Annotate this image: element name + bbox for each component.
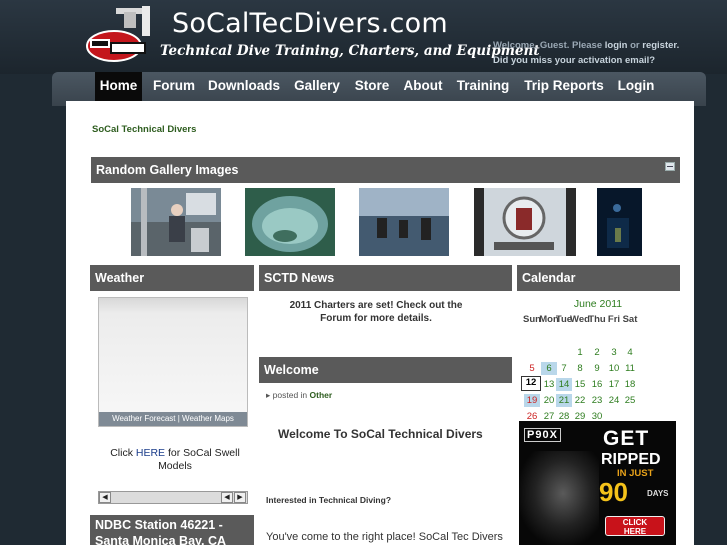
news-block-title: SCTD News xyxy=(264,271,335,285)
calendar-day[interactable]: 24 xyxy=(606,394,622,407)
news-line1: 2011 Charters are set! Check out the xyxy=(289,300,463,311)
ad-days: DAYS xyxy=(647,489,669,498)
register-link[interactable]: register. xyxy=(642,40,679,51)
gallery-image[interactable] xyxy=(245,188,335,256)
weather-forecast-links[interactable]: Weather Forecast | Weather Maps xyxy=(99,412,247,426)
welcome-intro: You've come to the right place! SoCal Te… xyxy=(266,531,503,543)
gallery-image[interactable] xyxy=(131,188,221,256)
gallery-image[interactable] xyxy=(359,188,449,256)
calendar-day[interactable]: 14 xyxy=(556,378,572,391)
welcome-block-title: Welcome xyxy=(264,363,319,377)
calendar-day[interactable]: 7 xyxy=(556,362,572,375)
swell-models-text: Click HERE for SoCal Swell Models xyxy=(94,447,256,473)
activation-email-link[interactable]: Did you miss your activation email? xyxy=(493,53,679,68)
ndbc-title-line1: NDBC Station 46221 - xyxy=(95,518,223,532)
news-block-header: SCTD News xyxy=(259,265,512,291)
welcome-block-header: Welcome xyxy=(259,357,512,383)
swell-post: for SoCal Swell xyxy=(168,447,240,459)
calendar-day[interactable]: 4 xyxy=(622,346,638,359)
gallery-image[interactable] xyxy=(474,188,576,256)
nav-training[interactable]: Training xyxy=(455,72,511,101)
ad-click-here-button[interactable]: CLICK HERE xyxy=(605,516,665,536)
site-title[interactable]: SoCalTecDivers.com xyxy=(172,8,448,39)
scroll-left-icon[interactable]: ◀ xyxy=(221,492,233,503)
calendar-day[interactable]: 21 xyxy=(556,394,572,407)
calendar-day[interactable]: 20 xyxy=(541,394,557,407)
welcome-guest-panel: Welcome, Guest. Please login or register… xyxy=(493,38,679,68)
weather-block-header: Weather xyxy=(90,265,254,291)
calendar-day[interactable]: 5 xyxy=(524,362,540,375)
calendar-day[interactable]: 6 xyxy=(541,362,557,375)
login-link[interactable]: login xyxy=(605,40,628,51)
calendar-day[interactable]: 15 xyxy=(572,378,588,391)
nav-forum[interactable]: Forum xyxy=(150,72,198,101)
ndbc-block-header: NDBC Station 46221 - Santa Monica Bay, C… xyxy=(90,515,254,545)
calendar-day-header: Sat xyxy=(622,314,638,325)
calendar-day[interactable]: 11 xyxy=(622,362,638,375)
calendar-day[interactable]: 9 xyxy=(589,362,605,375)
calendar-month[interactable]: June 2011 xyxy=(518,298,678,310)
breadcrumb[interactable]: SoCal Technical Divers xyxy=(92,124,196,135)
nav-about[interactable]: About xyxy=(402,72,444,101)
calendar-block-header: Calendar xyxy=(517,265,680,291)
category-link[interactable]: Other xyxy=(310,390,333,400)
site-header: SoCalTecDivers.com Technical Dive Traini… xyxy=(0,0,727,74)
ad-cta-line2: HERE xyxy=(623,527,647,536)
calendar-block-title: Calendar xyxy=(522,271,576,285)
p90x-advertisement[interactable]: P90X GET RIPPED IN JUST 90 DAYS CLICK HE… xyxy=(519,421,676,545)
nav-home[interactable]: Home xyxy=(95,72,142,101)
calendar-day[interactable]: 18 xyxy=(622,378,638,391)
weather-horizontal-scrollbar[interactable]: ◀ ◀ ▶ xyxy=(98,491,248,504)
main-content: SoCal Technical Divers Random Gallery Im… xyxy=(66,101,694,545)
calendar-day[interactable]: 8 xyxy=(572,362,588,375)
nav-downloads[interactable]: Downloads xyxy=(208,72,280,101)
scroll-left-icon[interactable]: ◀ xyxy=(99,492,111,503)
welcome-question: Interested in Technical Diving? xyxy=(266,495,392,505)
calendar-day[interactable]: 17 xyxy=(606,378,622,391)
calendar-day[interactable]: 1 xyxy=(572,346,588,359)
socal-tec-divers-logo[interactable] xyxy=(86,6,158,68)
nav-gallery[interactable]: Gallery xyxy=(292,72,342,101)
news-item: 2011 Charters are set! Check out the For… xyxy=(266,299,486,325)
ad-brand-logo: P90X xyxy=(524,428,561,442)
gallery-image[interactable] xyxy=(597,188,642,256)
welcome-heading: Welcome To SoCal Technical Divers xyxy=(278,427,483,441)
calendar-day[interactable]: 22 xyxy=(572,394,588,407)
calendar-day[interactable]: 10 xyxy=(606,362,622,375)
ad-ripped: RIPPED xyxy=(601,451,661,468)
gallery-block-title: Random Gallery Images xyxy=(96,163,239,177)
nav-trip-reports[interactable]: Trip Reports xyxy=(522,72,606,101)
calendar-day[interactable]: 19 xyxy=(524,394,540,407)
ad-athlete-image xyxy=(519,451,599,545)
or-text: or xyxy=(630,40,640,51)
weather-map-area: Weather Forecast | Weather Maps xyxy=(99,298,247,426)
welcome-guest-text: Welcome, Guest. Please xyxy=(493,40,603,51)
nav-login[interactable]: Login xyxy=(616,72,656,101)
ad-get: GET xyxy=(603,427,650,450)
calendar-day[interactable]: 23 xyxy=(589,394,605,407)
posted-in-label: posted in xyxy=(272,390,308,400)
arrow-right-icon: ▸ xyxy=(266,390,271,400)
calendar-day[interactable]: 2 xyxy=(589,346,605,359)
ad-ninety: 90 xyxy=(599,477,628,507)
weather-widget[interactable]: Weather Forecast | Weather Maps xyxy=(98,297,248,427)
ndbc-title-line2: Santa Monica Bay, CA xyxy=(95,534,227,545)
calendar-day[interactable]: 25 xyxy=(622,394,638,407)
calendar-day[interactable]: 12 xyxy=(521,376,541,391)
swell-pre: Click xyxy=(110,447,133,459)
scroll-right-icon[interactable]: ▶ xyxy=(234,492,246,503)
gallery-block-header: Random Gallery Images xyxy=(91,157,680,183)
swell-line2: Models xyxy=(158,460,192,472)
nav-store[interactable]: Store xyxy=(352,72,392,101)
site-tagline: Technical Dive Training, Charters, and E… xyxy=(160,43,540,59)
calendar-day[interactable]: 13 xyxy=(541,378,557,391)
news-line2: Forum for more details. xyxy=(320,313,432,324)
swell-here-link[interactable]: HERE xyxy=(136,447,165,459)
ad-cta-line1: CLICK xyxy=(622,518,648,527)
posted-in: ▸ posted in Other xyxy=(266,390,332,401)
calendar-day[interactable]: 16 xyxy=(589,378,605,391)
calendar-day[interactable]: 3 xyxy=(606,346,622,359)
weather-block-title: Weather xyxy=(95,271,145,285)
collapse-icon[interactable] xyxy=(665,162,675,171)
